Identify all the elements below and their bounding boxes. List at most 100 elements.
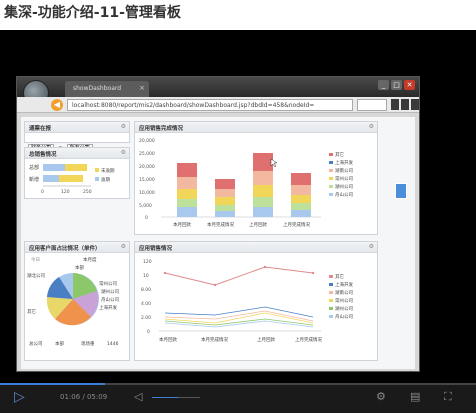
legend-label: 其它 (335, 273, 344, 280)
pie-bottom-label: 1446 (107, 341, 119, 347)
legend-label: 未逾期 (101, 167, 115, 174)
gear-icon[interactable]: ⚙ (369, 243, 374, 250)
stacked-bar-segment (291, 173, 311, 185)
legend-swatch (329, 315, 333, 318)
progress-bar[interactable] (0, 383, 476, 385)
legend-label: 舟山公司 (335, 191, 353, 198)
filter-panel: 通票在报 ⚙ 财务公司 ▾ 所有公司 (24, 121, 130, 152)
panel-title: 应用销售情况 ⚙ (135, 242, 377, 253)
stacked-bar-segment (215, 189, 235, 197)
addon-icon[interactable] (411, 99, 419, 110)
legend-swatch (329, 193, 333, 196)
dashboard-content: 通票在报 ⚙ 财务公司 ▾ 所有公司 总销售情况 ⚙ 总部 新增 (21, 117, 415, 369)
category-label: 总部 (29, 164, 39, 171)
legend-swatch (329, 185, 333, 188)
subtitle-icon[interactable]: ▤ (410, 390, 420, 403)
url-text: localhost:8080/report/mis2/dashboard/sho… (72, 102, 315, 109)
maximize-button[interactable]: □ (391, 80, 402, 90)
y-tick: 120 (143, 259, 152, 265)
pie-label: 湖北公司 (27, 272, 45, 279)
legend-swatch (329, 153, 333, 156)
x-label: 本月完成情况 (207, 221, 234, 228)
pie-bottom-label: 现场重 (81, 340, 95, 347)
legend-label: 湖南公司 (335, 167, 353, 174)
y-tick: 10,000 (139, 190, 155, 196)
category-label: 新增 (29, 176, 39, 183)
series-point (163, 271, 167, 275)
y-tick: 5,000 (139, 203, 152, 209)
y-tick: 0 (145, 215, 148, 221)
y-tick: 20,000 (139, 138, 155, 144)
y-tick: 2.00 (141, 315, 151, 321)
sales-bar-chart: 总部 新增 0 120 250 未逾期 逾期 (29, 164, 115, 195)
side-widget-button[interactable] (395, 183, 407, 199)
fullscreen-icon[interactable]: ⛶ (444, 390, 452, 404)
gear-icon[interactable]: ⚙ (121, 243, 126, 250)
browser-navbar: ◀ localhost:8080/report/mis2/dashboard/s… (17, 97, 419, 113)
legend-label: 上海开发 (335, 281, 353, 288)
stacked-bar-segment (291, 203, 311, 210)
addon-icon[interactable] (391, 99, 399, 110)
legend-swatch (329, 177, 333, 180)
close-button[interactable]: ✕ (404, 80, 415, 90)
line-chart: 120 10 8.00 4.00 2.00 0 本月回款 本月完成情况 上月回款… (141, 259, 353, 343)
stacked-bar-segment (215, 205, 235, 211)
stacked-bar-segment (253, 197, 273, 207)
y-tick: 8.00 (141, 287, 151, 293)
stacked-bar-segment (177, 189, 197, 199)
stacked-bar-segment (253, 153, 273, 171)
legend-label: 湖州公司 (335, 183, 353, 190)
gear-icon[interactable]: ⚙ (121, 149, 126, 156)
search-input[interactable] (357, 99, 387, 111)
gear-icon[interactable]: ⚙ (121, 123, 126, 130)
stacked-bar-segment (253, 171, 273, 185)
panel-title: 总销售情况 ⚙ (25, 148, 129, 159)
stacked-bar-segment (215, 179, 235, 189)
axis-tick: 250 (83, 189, 92, 195)
pie-chart: 今日 本月度 湖北公司 本部 常州公司 湖州公司 舟山公司 上海开发 其它 总公… (27, 256, 119, 347)
panel-title: 应用客户面占比情况（单件） ⚙ (25, 242, 129, 253)
pie-label: 本部 (75, 264, 84, 271)
y-tick: 10 (143, 273, 149, 279)
browser-titlebar: showDashboard × _ □ ✕ (17, 77, 419, 97)
player-controls: ▷ 01:06 / 05:09 ◁ ⚙ ▤ ⛶ (0, 383, 476, 413)
url-input[interactable]: localhost:8080/report/mis2/dashboard/sho… (67, 99, 353, 111)
x-label: 本月回款 (159, 336, 177, 343)
settings-icon[interactable]: ⚙ (376, 390, 386, 403)
stacked-bar-segment (291, 185, 311, 195)
sub-tab[interactable]: 今日 (31, 256, 40, 263)
x-label: 上月回款 (257, 336, 275, 343)
stacked-bar-segment (177, 207, 197, 217)
pie-label: 常州公司 (99, 280, 117, 287)
y-tick: 25,000 (139, 151, 155, 157)
back-arrow-icon[interactable]: ◀ (51, 99, 63, 111)
stacked-bar-segment (215, 211, 235, 217)
legend-swatch (95, 168, 99, 172)
volume-slider[interactable] (152, 397, 200, 398)
series-point (213, 283, 217, 287)
y-tick: 4.00 (141, 301, 151, 307)
y-tick: 15,000 (139, 177, 155, 183)
addon-icon[interactable] (401, 99, 409, 110)
play-icon[interactable]: ▷ (14, 389, 25, 405)
legend-label: 逾期 (101, 176, 110, 183)
minimize-button[interactable]: _ (378, 80, 389, 90)
volume-icon[interactable]: ◁ (134, 390, 142, 403)
legend-label: 上海开发 (335, 159, 353, 166)
browser-tab[interactable]: showDashboard × (65, 81, 149, 97)
stacked-bar-segment (253, 207, 273, 217)
pie-label: 上海开发 (99, 304, 117, 311)
x-label: 本月完成情况 (201, 336, 228, 343)
legend-swatch (329, 169, 333, 172)
video-player[interactable]: showDashboard × _ □ ✕ ◀ localhost:8080/r… (0, 30, 476, 413)
browser-window: showDashboard × _ □ ✕ ◀ localhost:8080/r… (16, 76, 420, 372)
line-panel: 应用销售情况 ⚙ 120 10 8.00 4.00 2.00 0 本月回款 本月… (134, 241, 378, 361)
stacked-bar-segment (253, 185, 273, 197)
income-stacked-chart: 20,000 25,000 20,000 15,000 10,000 5,000… (139, 138, 353, 228)
pie-bottom-label: 总公司 (29, 340, 43, 347)
sub-tab[interactable]: 本月度 (83, 256, 97, 263)
legend-label: 其它 (335, 151, 344, 158)
axis-tick: 120 (61, 189, 70, 195)
gear-icon[interactable]: ⚙ (369, 123, 374, 130)
tab-close-icon[interactable]: × (139, 84, 145, 92)
